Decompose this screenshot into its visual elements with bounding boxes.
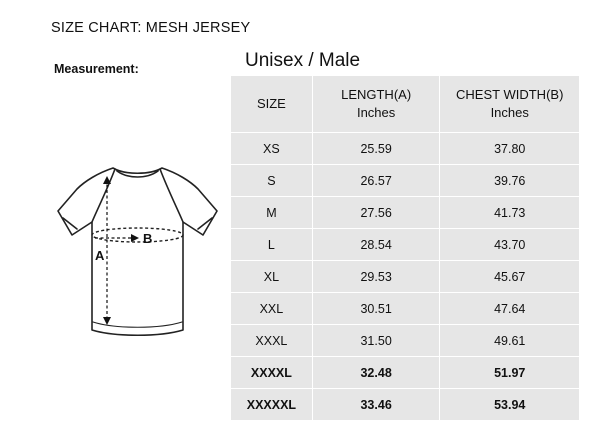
length-cell: 33.46 (311, 388, 441, 421)
header-length-line1: LENGTH(A) (341, 87, 412, 103)
page-title: SIZE CHART: MESH JERSEY (51, 20, 251, 36)
length-cell: 29.53 (311, 260, 441, 293)
table-row: XL 29.53 45.67 (230, 260, 580, 293)
length-arrow-head-bottom (103, 317, 111, 325)
size-cell: XXXXXL (230, 388, 313, 421)
size-cell: XS (230, 132, 313, 165)
header-size-line1: SIZE (256, 96, 286, 112)
header-chest-line2: Inches (490, 105, 529, 120)
length-cell: 32.48 (311, 356, 441, 389)
table-row: S 26.57 39.76 (230, 164, 580, 197)
table-row: XS 25.59 37.80 (230, 132, 580, 165)
table-row: M 27.56 41.73 (230, 196, 580, 229)
chest-arrow-head (131, 234, 139, 242)
chest-cell: 51.97 (439, 356, 580, 389)
length-cell: 25.59 (311, 132, 441, 165)
size-cell: S (230, 164, 313, 197)
table-row: XXXL 31.50 49.61 (230, 324, 580, 357)
header-chest: CHEST WIDTH(B) Inches (439, 75, 580, 133)
length-cell: 28.54 (311, 228, 441, 261)
header-chest-line1: CHEST WIDTH(B) (456, 87, 564, 103)
length-cell: 27.56 (311, 196, 441, 229)
chest-measure-line (91, 227, 184, 243)
length-cell: 31.50 (311, 324, 441, 357)
length-cell: 26.57 (311, 164, 441, 197)
chest-cell: 47.64 (439, 292, 580, 325)
header-length-line2: Inches (356, 105, 396, 120)
length-cell: 30.51 (311, 292, 441, 325)
chest-cell: 43.70 (439, 228, 580, 261)
size-cell: XL (230, 260, 313, 293)
table-row: XXL 30.51 47.64 (230, 292, 580, 325)
table-row: L 28.54 43.70 (230, 228, 580, 261)
label-a: A (95, 248, 105, 263)
table-row: XXXXL 32.48 51.97 (230, 356, 580, 389)
chest-cell: 39.76 (439, 164, 580, 197)
size-cell: M (230, 196, 313, 229)
tshirt-measurement-diagram: A B (57, 167, 218, 337)
chest-cell: 53.94 (439, 388, 580, 421)
table-title: Unisex / Male (245, 50, 361, 71)
chest-cell: 37.80 (439, 132, 580, 165)
header-size: SIZE (230, 75, 313, 133)
header-row: SIZE LENGTH(A) Inches CHEST WIDTH(B) Inc… (230, 75, 580, 133)
size-cell: XXL (230, 292, 313, 325)
size-cell: XXXL (230, 324, 313, 357)
size-cell: L (230, 228, 313, 261)
tshirt-outline (57, 167, 218, 337)
measurement-label: Measurement: (54, 62, 139, 76)
size-cell: XXXXL (230, 356, 313, 389)
label-b: B (143, 231, 152, 246)
chest-cell: 41.73 (439, 196, 580, 229)
chest-cell: 49.61 (439, 324, 580, 357)
table-row: XXXXXL 33.46 53.94 (230, 388, 580, 421)
chest-cell: 45.67 (439, 260, 580, 293)
header-length: LENGTH(A) Inches (311, 75, 441, 133)
size-chart-table: SIZE LENGTH(A) Inches CHEST WIDTH(B) Inc… (230, 75, 580, 421)
